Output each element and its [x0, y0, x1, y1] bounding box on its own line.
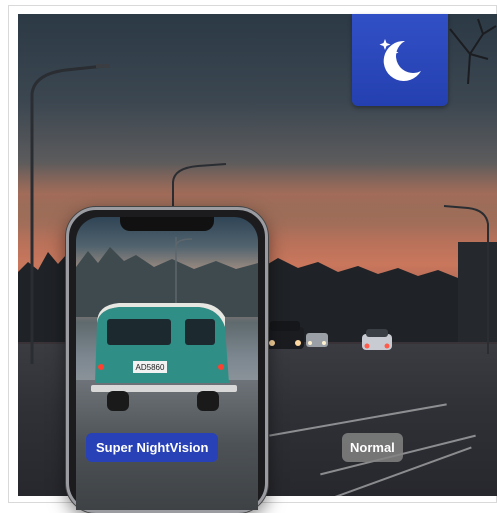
car [306, 333, 328, 347]
phone-notch [120, 217, 214, 231]
super-nightvision-label: Super NightVision [86, 433, 219, 462]
car [266, 321, 304, 349]
street-lamp [443, 205, 489, 354]
phone-screen: AD5860 [76, 217, 258, 510]
moon-stars-icon [379, 39, 421, 81]
car [362, 329, 392, 350]
normal-label: Normal [342, 433, 403, 462]
night-mode-badge [352, 14, 448, 106]
svg-text:AD5860: AD5860 [136, 363, 165, 372]
teal-van: AD5860 [91, 303, 237, 411]
phone-mockup: AD5860 [66, 207, 268, 513]
bare-tree [449, 18, 497, 84]
